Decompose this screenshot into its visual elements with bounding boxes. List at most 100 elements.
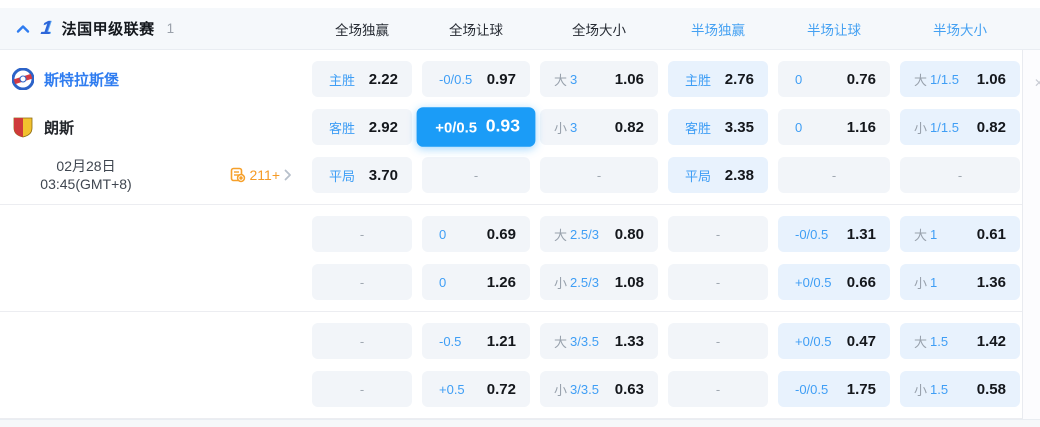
col-header-ht-handicap[interactable]: 半场让球 (778, 19, 890, 39)
line-label: -0.5 (439, 333, 462, 349)
more-markets-link[interactable]: 211+ (230, 167, 293, 183)
odds-cell[interactable]: - (668, 323, 768, 359)
odds-cell[interactable]: 小 3 0.82 (540, 109, 658, 145)
odds-value: 1.06 (976, 70, 1006, 88)
odds-cell[interactable]: 小 3/3.5 0.63 (540, 371, 658, 407)
away-team-badge-icon (13, 117, 33, 138)
markets-count-icon (230, 167, 245, 183)
odds-cell[interactable]: 0 0.69 (422, 216, 530, 252)
home-team-row[interactable]: 斯特拉斯堡 (10, 61, 302, 97)
odds-cell[interactable]: 主胜 2.22 (312, 61, 412, 97)
odds-cell[interactable]: -0/0.5 1.75 (778, 371, 890, 407)
odds-cell[interactable]: 大 3/3.5 1.33 (540, 323, 658, 359)
odds-cell[interactable]: -0.5 1.21 (422, 323, 530, 359)
col-header-ht-overunder[interactable]: 半场大小 (900, 19, 1020, 39)
odds-value: 0.80 (614, 225, 644, 243)
next-section-edge (0, 419, 1040, 427)
odds-value: 3.70 (368, 166, 398, 184)
odds-cell[interactable]: 客胜 2.92 (312, 109, 412, 145)
odds-value: 2.22 (368, 70, 398, 88)
away-team-name[interactable]: 朗斯 (44, 117, 74, 138)
odds-cell[interactable]: - (540, 157, 658, 193)
collapse-chevron-icon[interactable] (15, 22, 31, 36)
odds-cell[interactable]: - (312, 323, 412, 359)
odds-cell[interactable]: - (900, 157, 1020, 193)
odds-cell[interactable]: 平局 3.70 (312, 157, 412, 193)
line-label: 1.5 (930, 381, 949, 397)
odds-cell[interactable]: 大 1.5 1.42 (900, 323, 1020, 359)
line-label: 平局 (329, 168, 356, 184)
line-label: 2.5/3 (570, 274, 599, 290)
odds-cell[interactable]: 平局 2.38 (668, 157, 768, 193)
line-label: 3 (570, 71, 578, 87)
line-label: 0 (439, 226, 447, 242)
odds-cell[interactable]: 客胜 3.35 (668, 109, 768, 145)
markets-count: 211+ (249, 167, 281, 183)
odds-cell[interactable]: 小 1.5 0.58 (900, 371, 1020, 407)
odds-cell[interactable]: 0 0.76 (778, 61, 890, 97)
odds-block-main: 斯特拉斯堡 主胜 2.22 -0/0.5 0.97 大 3 1.06 主胜 2.76 00… (0, 50, 1040, 204)
odds-cell[interactable]: - (312, 264, 412, 300)
odds-cell[interactable]: 大 2.5/3 0.80 (540, 216, 658, 252)
odds-value: - (715, 381, 721, 397)
odds-cell[interactable]: - (668, 264, 768, 300)
match-time: 03:45(GMT+8) (40, 176, 132, 192)
odds-cell[interactable]: 主胜 2.76 (668, 61, 768, 97)
odds-cell[interactable]: 小 1/1.5 0.82 (900, 109, 1020, 145)
odds-cell[interactable]: +0.5 0.72 (422, 371, 530, 407)
home-team-badge-icon (12, 68, 34, 90)
line-label: 主胜 (685, 72, 712, 88)
odds-value: 0.66 (846, 273, 876, 291)
odds-value: - (715, 274, 721, 290)
odds-value: 2.92 (368, 118, 398, 136)
line-label: 客胜 (685, 120, 712, 136)
league-name[interactable]: 法国甲级联赛 (62, 18, 155, 39)
odds-block-tertiary: - -0.5 1.21 大 3/3.5 1.33 - +0/0.5 0.47 大 1.5 1… (0, 311, 1040, 419)
odds-cell[interactable]: 小 1 1.36 (900, 264, 1020, 300)
partial-edge-icon[interactable]: ✕ (1034, 76, 1040, 90)
col-header-ft-overunder[interactable]: 全场大小 (540, 19, 658, 39)
chevron-right-icon (284, 169, 291, 181)
odds-cell[interactable]: 大 1/1.5 1.06 (900, 61, 1020, 97)
odds-value: - (831, 167, 837, 183)
ou-side-label: 大 (554, 227, 568, 243)
empty-side-cell (10, 264, 302, 300)
odds-value: 0.82 (976, 118, 1006, 136)
odds-block-secondary: - 0 0.69 大 2.5/3 0.80 - -0/0.5 1.31 大 1 0.61 -… (0, 204, 1040, 311)
odds-value: - (957, 167, 963, 183)
odds-cell[interactable]: - (312, 371, 412, 407)
odds-value: 3.35 (724, 118, 754, 136)
odds-value: 2.38 (724, 166, 754, 184)
odds-value: 1.36 (976, 273, 1006, 291)
odds-cell[interactable]: - (778, 157, 890, 193)
odds-value: 1.21 (486, 332, 516, 350)
ou-side-label: 小 (914, 275, 928, 291)
empty-side-cell (10, 216, 302, 252)
line-label: +0/0.5 (435, 118, 478, 136)
odds-cell-selected[interactable]: +0/0.5 0.93 (416, 107, 536, 147)
odds-cell[interactable]: -0/0.5 1.31 (778, 216, 890, 252)
col-header-ft-handicap[interactable]: 全场让球 (422, 19, 530, 39)
odds-cell[interactable]: 0 1.16 (778, 109, 890, 145)
odds-cell[interactable]: +0/0.5 0.47 (778, 323, 890, 359)
col-header-ht-1x2[interactable]: 半场独赢 (668, 19, 768, 39)
odds-cell[interactable]: 大 3 1.06 (540, 61, 658, 97)
ou-side-label: 大 (914, 227, 928, 243)
home-team-name[interactable]: 斯特拉斯堡 (44, 69, 119, 90)
away-team-row[interactable]: 朗斯 (10, 109, 302, 145)
col-header-ft-1x2[interactable]: 全场独赢 (312, 19, 412, 39)
league-header: 1 法国甲级联赛 1 全场独赢 全场让球 全场大小 半场独赢 半场让球 半场大小 (0, 8, 1040, 50)
match-datetime: 02月28日 03:45(GMT+8) (10, 157, 162, 193)
odds-cell[interactable]: - (668, 371, 768, 407)
odds-cell[interactable]: - (422, 157, 530, 193)
odds-cell[interactable]: 小 2.5/3 1.08 (540, 264, 658, 300)
line-label: 0 (795, 119, 803, 135)
odds-cell[interactable]: - (668, 216, 768, 252)
odds-cell[interactable]: +0/0.5 0.66 (778, 264, 890, 300)
empty-side-cell (10, 371, 302, 407)
odds-cell[interactable]: - (312, 216, 412, 252)
odds-value: - (359, 381, 365, 397)
odds-cell[interactable]: -0/0.5 0.97 (422, 61, 530, 97)
odds-cell[interactable]: 大 1 0.61 (900, 216, 1020, 252)
odds-cell[interactable]: 0 1.26 (422, 264, 530, 300)
